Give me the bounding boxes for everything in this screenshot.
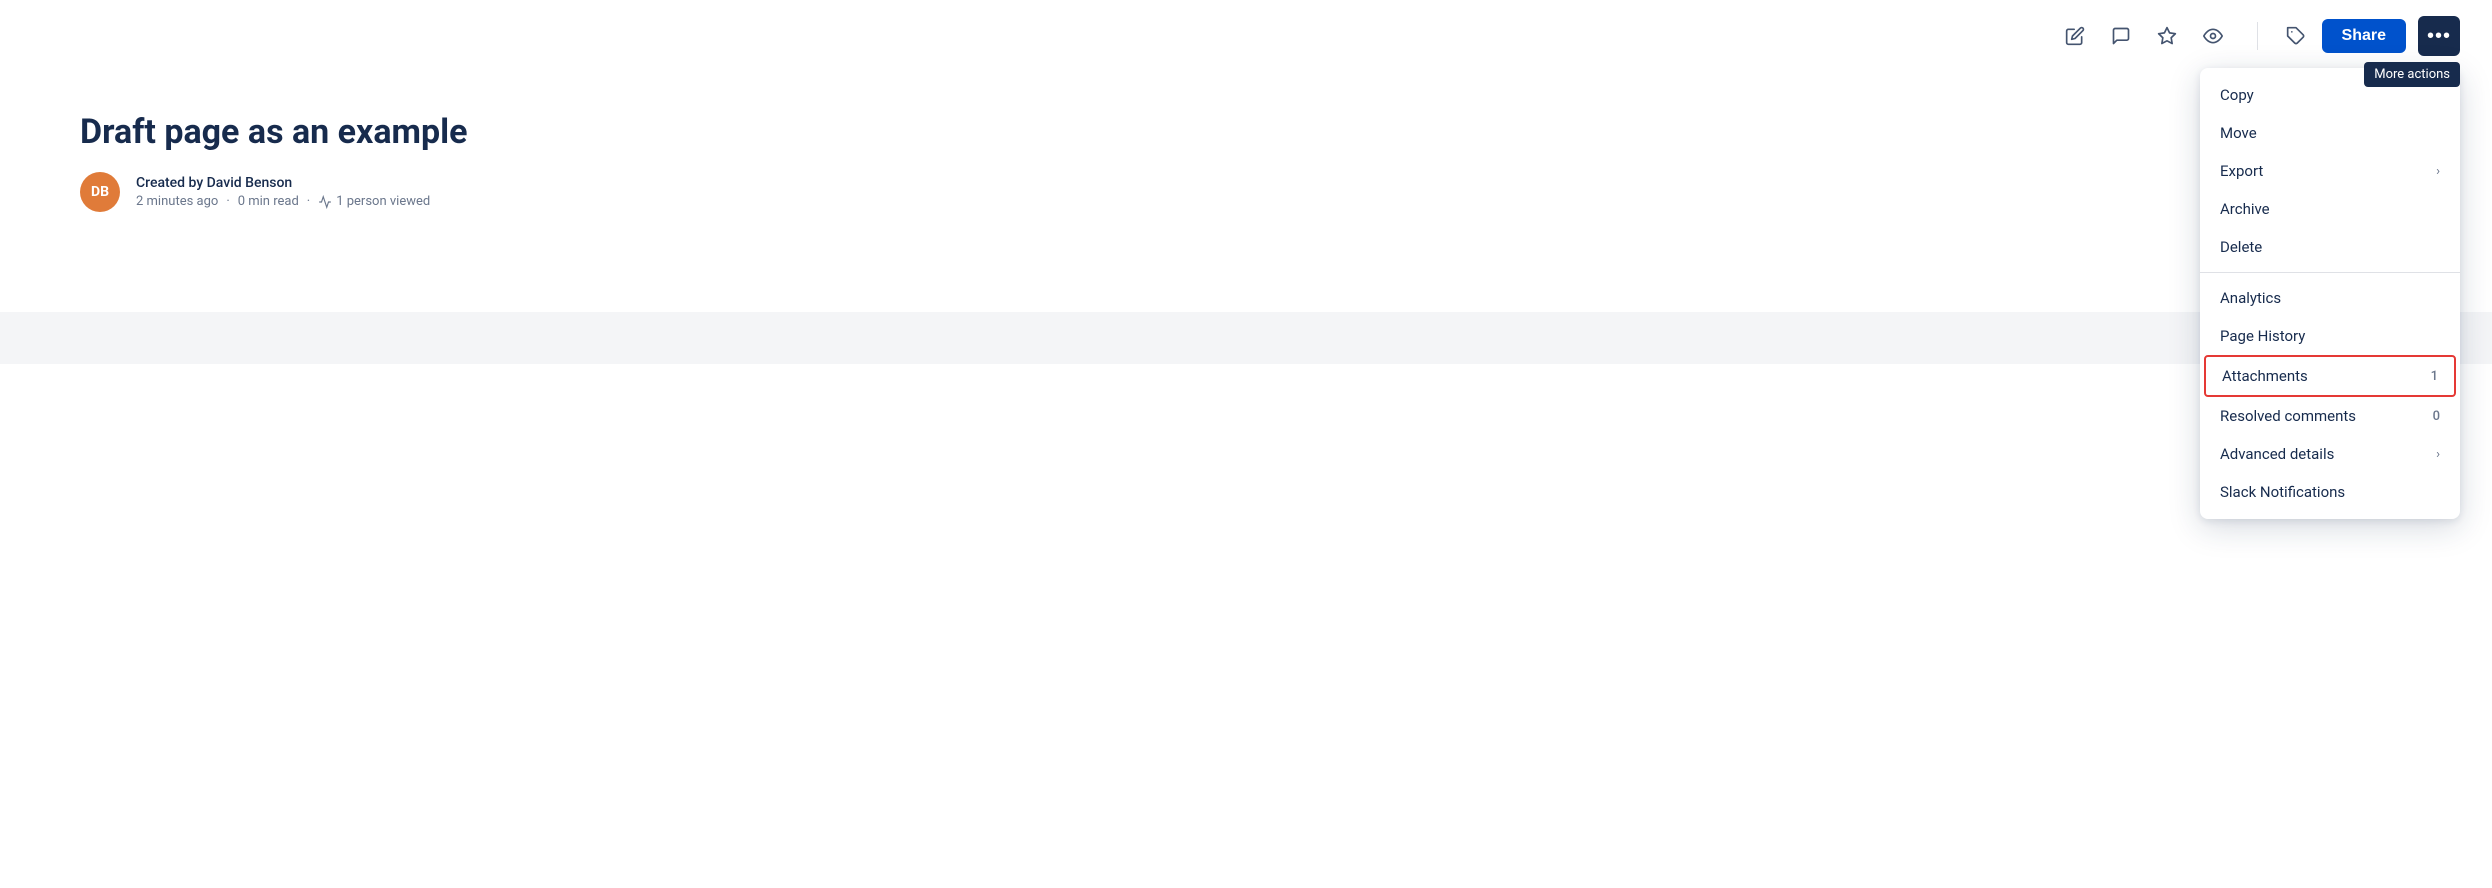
menu-item-move[interactable]: Move bbox=[2200, 114, 2460, 152]
resolved-badge: 0 bbox=[2433, 409, 2440, 424]
menu-item-copy-label: Copy bbox=[2220, 86, 2254, 104]
content-divider-area bbox=[0, 312, 2492, 364]
advanced-details-chevron-icon: › bbox=[2436, 447, 2440, 462]
meta-author: Created by David Benson bbox=[136, 175, 430, 191]
meta-time: 2 minutes ago bbox=[136, 194, 218, 209]
menu-item-analytics-label: Analytics bbox=[2220, 289, 2281, 307]
more-actions-dropdown: Copy Move Export › Archive Delete Analyt… bbox=[2200, 68, 2460, 519]
more-actions-tooltip: More actions bbox=[2364, 62, 2460, 87]
menu-item-advanced-details-label: Advanced details bbox=[2220, 445, 2334, 463]
menu-item-export[interactable]: Export › bbox=[2200, 152, 2460, 190]
more-actions-button[interactable]: ••• bbox=[2418, 16, 2460, 56]
menu-item-slack-notifications[interactable]: Slack Notifications bbox=[2200, 473, 2460, 511]
toolbar: Share ••• More actions bbox=[0, 0, 2492, 72]
toolbar-divider bbox=[2257, 22, 2258, 50]
menu-item-move-label: Move bbox=[2220, 124, 2257, 142]
menu-item-resolved-comments[interactable]: Resolved comments 0 bbox=[2200, 397, 2460, 435]
page-content: Draft page as an example DB Created by D… bbox=[0, 72, 2492, 252]
toolbar-icon-group bbox=[2061, 22, 2227, 50]
share-button[interactable]: Share bbox=[2322, 19, 2406, 53]
views-icon bbox=[318, 195, 332, 209]
meta-dot-1: · bbox=[226, 194, 229, 209]
menu-item-slack-notifications-label: Slack Notifications bbox=[2220, 483, 2345, 501]
menu-item-analytics[interactable]: Analytics bbox=[2200, 279, 2460, 317]
menu-item-resolved-comments-label: Resolved comments bbox=[2220, 407, 2356, 425]
star-icon[interactable] bbox=[2153, 22, 2181, 50]
attachments-badge: 1 bbox=[2431, 369, 2438, 384]
meta-text: Created by David Benson 2 minutes ago · … bbox=[136, 175, 430, 209]
export-chevron-icon: › bbox=[2436, 164, 2440, 179]
watch-icon[interactable] bbox=[2199, 22, 2227, 50]
page-meta: DB Created by David Benson 2 minutes ago… bbox=[80, 172, 2412, 212]
avatar: DB bbox=[80, 172, 120, 212]
menu-item-export-label: Export bbox=[2220, 162, 2263, 180]
menu-item-attachments[interactable]: Attachments 1 bbox=[2204, 355, 2456, 397]
emoji-label-icon[interactable] bbox=[2282, 22, 2310, 50]
page-title: Draft page as an example bbox=[80, 112, 2412, 152]
meta-details: 2 minutes ago · 0 min read · 1 person vi… bbox=[136, 194, 430, 209]
menu-item-archive[interactable]: Archive bbox=[2200, 190, 2460, 228]
meta-read-time: 0 min read bbox=[238, 194, 299, 209]
meta-views: 1 person viewed bbox=[318, 194, 430, 209]
menu-item-resolved-right: 0 bbox=[2433, 409, 2440, 424]
menu-item-page-history[interactable]: Page History bbox=[2200, 317, 2460, 355]
meta-dot-2: · bbox=[307, 194, 310, 209]
menu-divider-1 bbox=[2200, 272, 2460, 273]
menu-item-attachments-label: Attachments bbox=[2222, 367, 2308, 385]
menu-item-delete-label: Delete bbox=[2220, 238, 2262, 256]
menu-item-delete[interactable]: Delete bbox=[2200, 228, 2460, 266]
more-actions-ellipsis-icon: ••• bbox=[2427, 25, 2451, 48]
menu-item-attachments-right: 1 bbox=[2431, 369, 2438, 384]
comment-icon[interactable] bbox=[2107, 22, 2135, 50]
edit-icon[interactable] bbox=[2061, 22, 2089, 50]
menu-item-advanced-details[interactable]: Advanced details › bbox=[2200, 435, 2460, 473]
menu-item-archive-label: Archive bbox=[2220, 200, 2270, 218]
menu-item-page-history-label: Page History bbox=[2220, 327, 2305, 345]
meta-views-count: 1 person viewed bbox=[336, 194, 430, 209]
